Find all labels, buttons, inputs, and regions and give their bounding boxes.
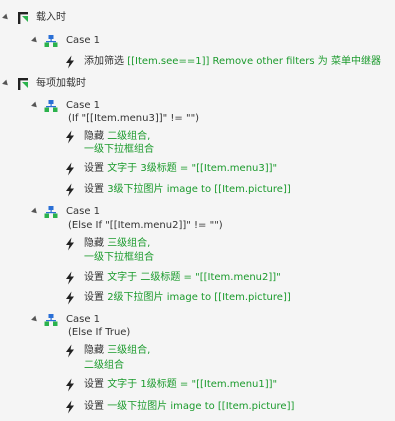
expand-toggle-icon[interactable] xyxy=(31,315,39,324)
condition-label: (Else If True) xyxy=(68,327,131,338)
case-tree-icon xyxy=(44,34,58,55)
action-text: 设置 3级下拉图片 image to [[Item.picture]] xyxy=(84,181,291,199)
action-verb: 设置 xyxy=(84,401,108,412)
case-label: Case 1 xyxy=(66,35,101,46)
action-row-continuation[interactable]: 一级下拉框组合 xyxy=(0,141,395,159)
action-row[interactable]: 设置 3级下拉图片 image to [[Item.picture]] xyxy=(0,181,395,199)
action-row[interactable]: 设置 2级下拉图片 image to [[Item.picture]] xyxy=(0,289,395,307)
action-lightning-icon xyxy=(64,400,76,421)
action-lightning-icon xyxy=(64,55,76,76)
action-lightning-icon xyxy=(64,378,76,399)
action-target: 一级下拉框组合 xyxy=(84,252,154,263)
action-target: 文字于 二级标题 = "[[Item.menu2]]" xyxy=(107,272,281,283)
case-row[interactable]: Case 1 xyxy=(0,32,395,50)
action-text: 二级组合 xyxy=(84,357,124,375)
event-label: 每项加载时 xyxy=(36,78,86,89)
interaction-tree: 载入时 Case 1 添加筛选 [[Item.see==1]] Remove oth… xyxy=(0,0,395,419)
action-verb: 设置 xyxy=(84,163,108,174)
action-lightning-icon xyxy=(64,162,76,183)
action-target: 三级组合, xyxy=(107,345,151,356)
action-lightning-icon xyxy=(64,183,76,204)
action-row[interactable]: 设置 文字于 1级标题 = "[[Item.menu1]]" xyxy=(0,376,395,394)
action-target: 一级下拉图片 image to [[Item.picture]] xyxy=(107,401,295,412)
action-verb: 添加筛选 xyxy=(84,56,128,67)
condition-row[interactable]: (Else If "[[Item.menu2]]" != "") xyxy=(0,217,395,235)
condition-row[interactable]: (Else If True) xyxy=(0,324,395,342)
condition-label: (If "[[Item.menu3]]" != "") xyxy=(68,113,200,124)
action-target: 二级组合 xyxy=(84,360,124,371)
action-target: 2级下拉图片 image to [[Item.picture]] xyxy=(107,292,291,303)
action-text: 一级下拉框组合 xyxy=(84,141,154,159)
action-row-continuation[interactable]: 二级组合 xyxy=(0,357,395,375)
event-row[interactable]: 载入时 xyxy=(0,9,395,27)
action-row[interactable]: 设置 一级下拉图片 image to [[Item.picture]] xyxy=(0,398,395,416)
action-text: 设置 2级下拉图片 image to [[Item.picture]] xyxy=(84,289,291,307)
expand-toggle-icon[interactable] xyxy=(2,79,10,88)
action-text: 一级下拉框组合 xyxy=(84,249,154,267)
expand-toggle-icon[interactable] xyxy=(31,101,39,110)
action-target: 一级下拉框组合 xyxy=(84,144,154,155)
action-text: 设置 一级下拉图片 image to [[Item.picture]] xyxy=(84,398,294,416)
action-verb: 设置 xyxy=(84,292,108,303)
action-target: 文字于 3级标题 = "[[Item.menu3]]" xyxy=(107,163,278,174)
action-text: 设置 文字于 1级标题 = "[[Item.menu1]]" xyxy=(84,376,277,394)
action-text: 添加筛选 [[Item.see==1]] Remove other filter… xyxy=(84,53,381,71)
expand-toggle-icon[interactable] xyxy=(2,13,10,22)
action-target: [[Item.see==1]] Remove other filters 为 菜… xyxy=(127,56,381,67)
action-target: 3级下拉图片 image to [[Item.picture]] xyxy=(107,184,291,195)
expand-toggle-icon[interactable] xyxy=(31,207,39,216)
action-verb: 隐藏 xyxy=(84,238,108,249)
event-flag-icon xyxy=(16,77,30,98)
event-label: 载入时 xyxy=(36,12,66,23)
condition-label: (Else If "[[Item.menu2]]" != "") xyxy=(68,220,223,231)
action-verb: 设置 xyxy=(84,184,108,195)
action-target: 文字于 1级标题 = "[[Item.menu1]]" xyxy=(107,379,278,390)
action-row-continuation[interactable]: 一级下拉框组合 xyxy=(0,249,395,267)
action-row[interactable]: 设置 文字于 3级标题 = "[[Item.menu3]]" xyxy=(0,160,395,178)
action-row[interactable]: 设置 文字于 二级标题 = "[[Item.menu2]]" xyxy=(0,269,395,287)
event-row[interactable]: 每项加载时 xyxy=(0,75,395,93)
action-verb: 隐藏 xyxy=(84,345,108,356)
expand-toggle-icon[interactable] xyxy=(31,36,39,45)
action-verb: 设置 xyxy=(84,272,108,283)
action-lightning-icon xyxy=(64,291,76,312)
action-verb: 设置 xyxy=(84,379,108,390)
action-text: 设置 文字于 二级标题 = "[[Item.menu2]]" xyxy=(84,269,281,287)
event-flag-icon xyxy=(16,11,30,32)
action-text: 设置 文字于 3级标题 = "[[Item.menu3]]" xyxy=(84,160,277,178)
action-target: 三级组合, xyxy=(107,238,151,249)
action-row[interactable]: 添加筛选 [[Item.see==1]] Remove other filter… xyxy=(0,53,395,71)
condition-row[interactable]: (If "[[Item.menu3]]" != "") xyxy=(0,110,395,128)
